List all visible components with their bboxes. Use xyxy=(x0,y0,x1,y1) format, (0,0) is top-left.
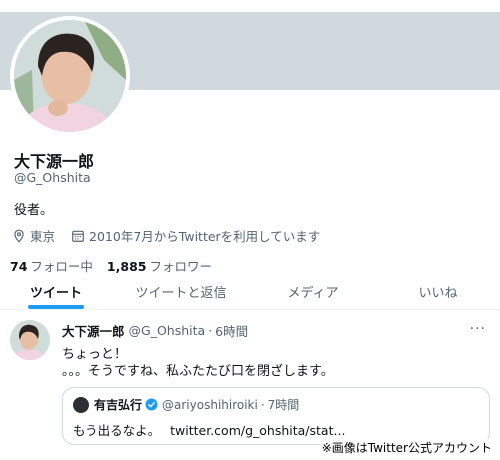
calendar-icon xyxy=(72,230,84,242)
avatar-photo xyxy=(14,20,126,132)
quoted-avatar xyxy=(73,396,89,413)
quoted-text: もう出るなよ。 xyxy=(73,423,161,438)
profile-name: 大下源一郎 xyxy=(14,152,95,171)
following-label: フォロー中 xyxy=(30,259,93,274)
following-link[interactable]: 74 フォロー中 xyxy=(10,256,93,275)
tweet-time[interactable]: 6時間 xyxy=(215,321,248,340)
quoted-time: 7時間 xyxy=(267,398,300,412)
quoted-author-name: 有吉弘行 xyxy=(94,398,143,412)
tweet-item[interactable]: 大下源一郎 @G_Ohshita · 6時間 ··· ちょっと！ 。。。そうです… xyxy=(0,311,500,460)
tweet-author-handle[interactable]: @G_Ohshita xyxy=(129,323,206,338)
followers-link[interactable]: 1,885 フォロワー xyxy=(107,256,212,275)
tab-tweets-label: ツイート xyxy=(29,286,82,301)
profile-tabs: ツイート ツイートと返信 メディア いいね xyxy=(0,274,500,310)
quoted-tweet[interactable]: 有吉弘行 @ariyoshihiroiki · 7時間 もう出るなよ。 twit… xyxy=(62,387,490,445)
tab-likes-label: いいね xyxy=(418,286,458,301)
tab-tweets-and-replies[interactable]: ツイートと返信 xyxy=(112,274,250,309)
quoted-link[interactable]: twitter.com/g_ohshita/stat... xyxy=(170,423,345,438)
tweet-author-name[interactable]: 大下源一郎 xyxy=(62,321,125,340)
tab-media[interactable]: メディア xyxy=(250,274,376,309)
following-count: 74 xyxy=(10,259,28,274)
tab-tweets-and-replies-label: ツイートと返信 xyxy=(135,286,227,301)
followers-count: 1,885 xyxy=(106,259,147,274)
location-text: 東京 xyxy=(30,229,56,244)
verified-badge-icon xyxy=(145,398,158,411)
tweet-avatar[interactable] xyxy=(10,320,50,360)
joined-item: 2010年7月からTwitterを利用しています xyxy=(71,226,320,245)
more-dots-icon[interactable]: ··· xyxy=(470,321,486,337)
location-pin-icon xyxy=(14,229,24,243)
profile-bio: 役者。 xyxy=(14,203,54,218)
tab-likes[interactable]: いいね xyxy=(376,274,500,309)
image-caption: ※画像はTwitter公式アカウント xyxy=(319,439,494,456)
location-item: 東京 xyxy=(12,226,55,245)
active-tab-indicator xyxy=(28,305,84,309)
tweet-header: 大下源一郎 @G_Ohshita · 6時間 xyxy=(62,321,248,340)
quoted-tweet-header: 有吉弘行 @ariyoshihiroiki · 7時間 xyxy=(73,396,299,413)
follow-stats: 74 フォロー中 1,885 フォロワー xyxy=(10,256,226,275)
quoted-author-handle: @ariyoshihiroiki xyxy=(162,397,258,412)
quoted-separator: · xyxy=(260,397,265,412)
followers-label: フォロワー xyxy=(149,259,212,274)
profile-avatar[interactable] xyxy=(10,16,130,136)
tweet-text-line2: 。。。そうですね、私ふたたび口を閉ざします。 xyxy=(62,364,334,379)
joined-text: 2010年7月からTwitterを利用しています xyxy=(89,229,321,244)
quoted-body: もう出るなよ。 twitter.com/g_ohshita/stat... xyxy=(73,420,345,439)
tab-media-label: メディア xyxy=(287,286,339,301)
profile-meta: 東京 2010年7月からTwitterを利用しています xyxy=(12,226,336,245)
tab-tweets[interactable]: ツイート xyxy=(0,274,112,309)
profile-handle: @G_Ohshita xyxy=(14,170,91,185)
tweet-separator: · xyxy=(208,323,213,338)
